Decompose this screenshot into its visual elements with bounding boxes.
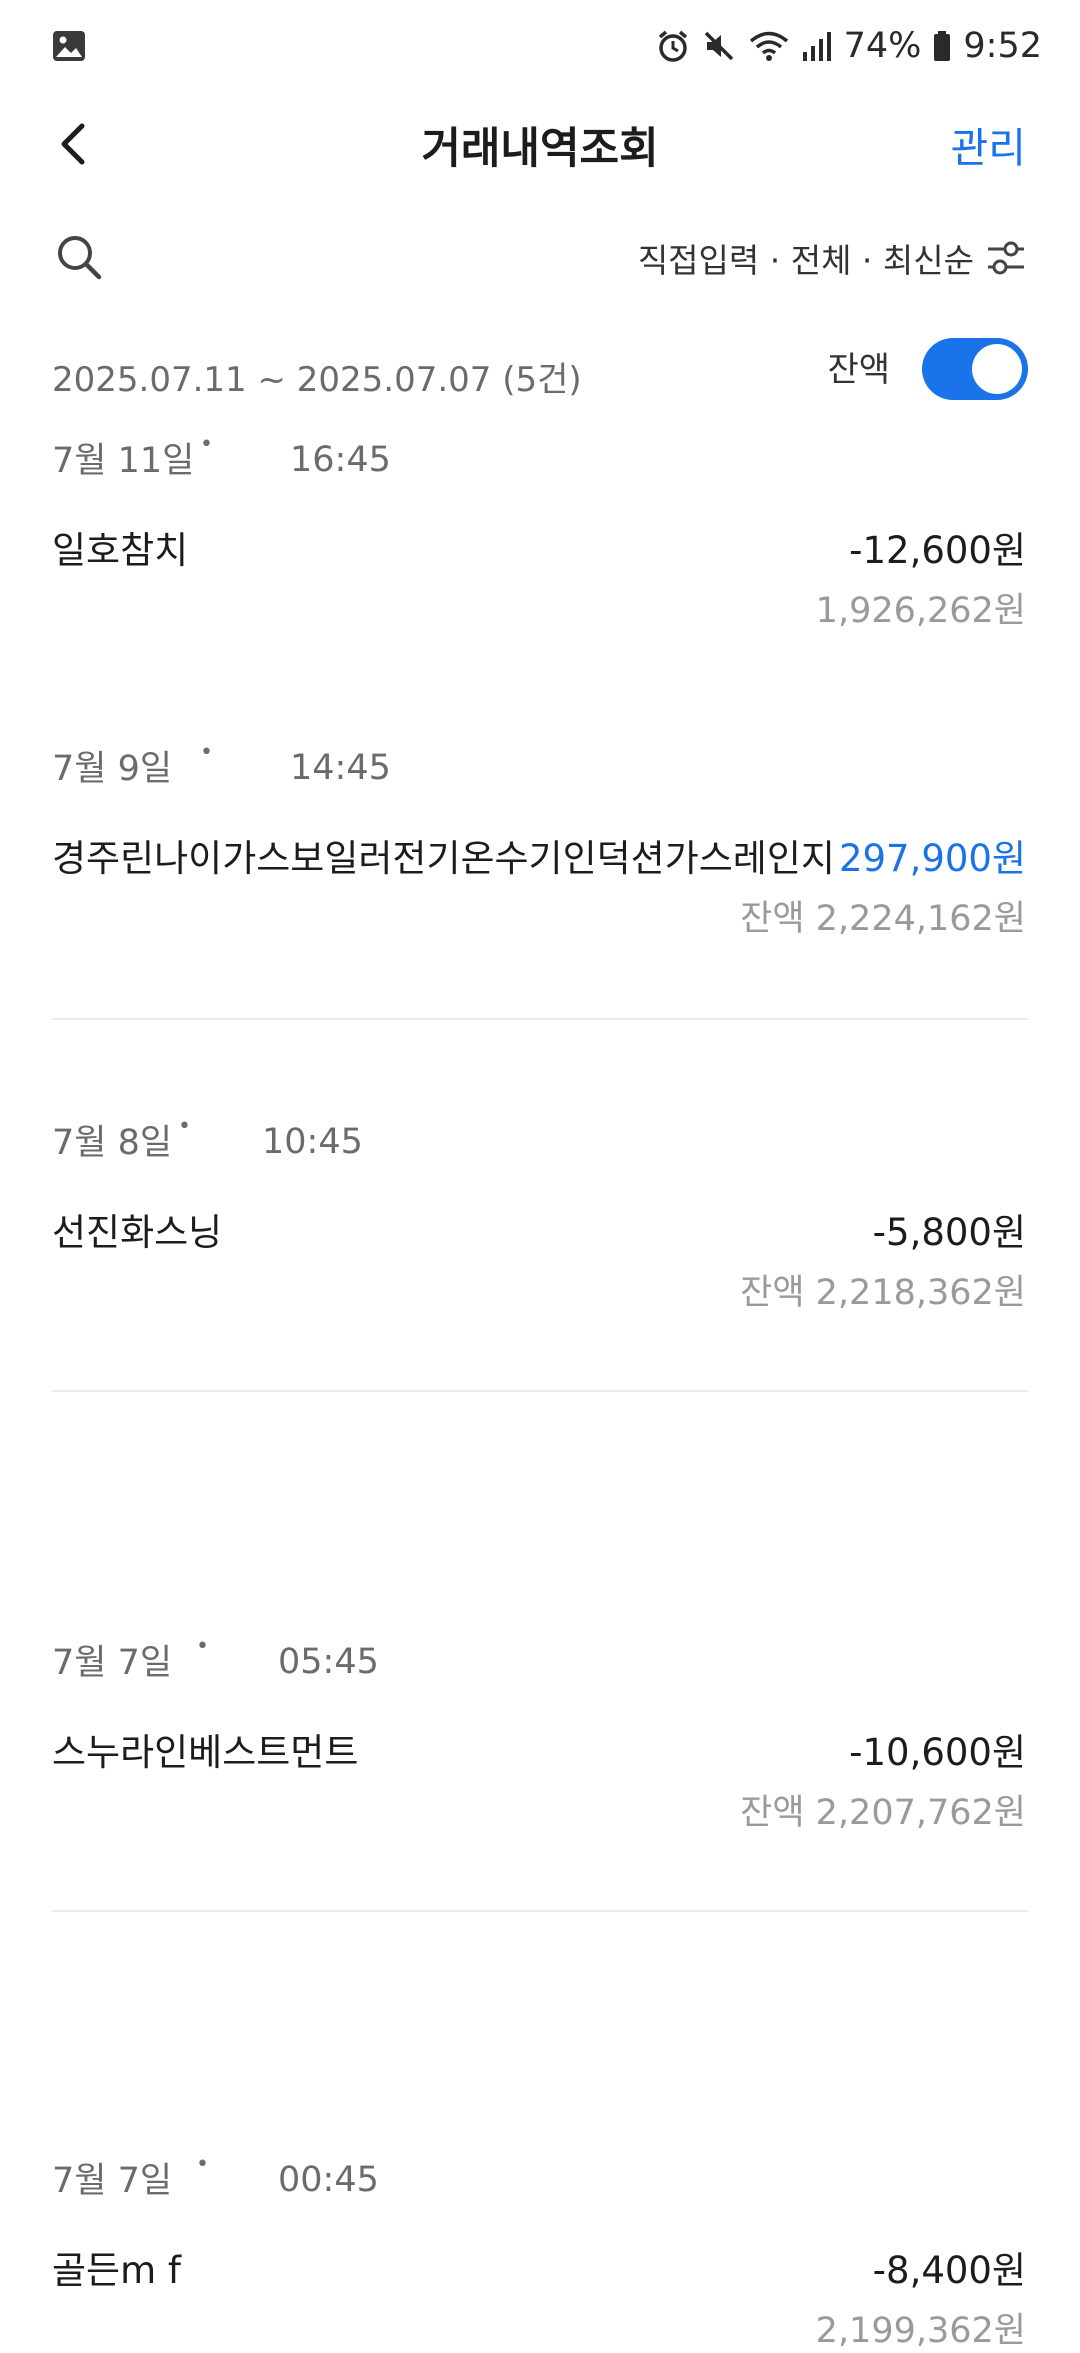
filter-settings-icon[interactable] (984, 236, 1028, 280)
battery-icon (934, 31, 951, 61)
toggle-knob (972, 344, 1022, 394)
transaction-merchant: 일호참치 (52, 529, 189, 572)
status-bar: 74% 9:52 (0, 0, 1080, 92)
transaction-amount: -8,400원 (870, 2240, 1026, 2294)
separator-dot: • (196, 1634, 209, 1659)
search-icon[interactable] (54, 232, 104, 282)
date-range-row: 2025.07.11 ~ 2025.07.07 (5건) 잔액 (0, 330, 1080, 410)
manage-button[interactable]: 관리 (951, 114, 1026, 174)
separator-dot: • (196, 2152, 209, 2177)
transaction-balance: 잔액 2,224,162원 (740, 899, 1026, 939)
transaction-balance: 잔액 2,218,362원 (740, 1273, 1026, 1313)
transaction-merchant: 경주린나이가스보일러전기온수기인덕션가스레인지 (52, 837, 835, 880)
transaction-balance: 2,199,362원 (815, 2311, 1026, 2351)
transaction-merchant: 스누라인베스트먼트 (52, 1731, 359, 1774)
transaction-amount: 297,900원 (836, 828, 1026, 882)
signal-icon (802, 32, 831, 61)
mute-icon (704, 31, 733, 61)
filter-row: 직접입력 · 전체 · 최신순 (0, 222, 1080, 294)
app-bar: 거래내역조회 관리 (0, 100, 1080, 190)
separator-dot: • (200, 740, 213, 765)
transaction-amount: -10,600원 (847, 1722, 1026, 1776)
transaction-date: 7월 8일 (52, 1123, 173, 1163)
balance-toggle[interactable] (922, 338, 1028, 400)
transaction-merchant: 골든m f (52, 2249, 181, 2292)
transaction-merchant: 선진화스닝 (52, 1211, 223, 1254)
separator-dot: • (178, 1114, 191, 1139)
divider (52, 1018, 1028, 1020)
transaction-balance: 잔액 2,207,762원 (740, 1793, 1026, 1833)
transaction-time: 16:45 (290, 440, 391, 480)
filter-summary[interactable]: 직접입력 · 전체 · 최신순 (638, 234, 974, 282)
transaction-date: 7월 11일 (52, 441, 195, 481)
divider (52, 1910, 1028, 1912)
transaction-time: 10:45 (262, 1122, 363, 1162)
transaction-date: 7월 7일 (52, 1643, 173, 1683)
transaction-time: 05:45 (278, 1642, 379, 1682)
wifi-icon (749, 31, 788, 61)
balance-toggle-label: 잔액 (827, 350, 890, 390)
transaction-amount: -12,600원 (847, 520, 1026, 574)
page-title: 거래내역조회 (421, 124, 659, 174)
transaction-amount: -5,800원 (870, 1202, 1026, 1256)
clock: 9:52 (963, 26, 1042, 66)
gallery-icon (53, 31, 85, 61)
status-icons: 74% 9:52 (656, 26, 1042, 66)
transaction-time: 00:45 (278, 2160, 379, 2200)
transaction-date: 7월 7일 (52, 2161, 173, 2201)
separator-dot: • (200, 432, 213, 457)
transaction-balance: 1,926,262원 (815, 591, 1026, 631)
alarm-icon (658, 30, 687, 62)
divider (52, 1390, 1028, 1392)
transaction-time: 14:45 (290, 748, 391, 788)
date-range-text: 2025.07.11 ~ 2025.07.07 (5건) (52, 360, 582, 400)
battery-percent: 74% (843, 26, 922, 66)
transaction-date: 7월 9일 (52, 749, 173, 789)
